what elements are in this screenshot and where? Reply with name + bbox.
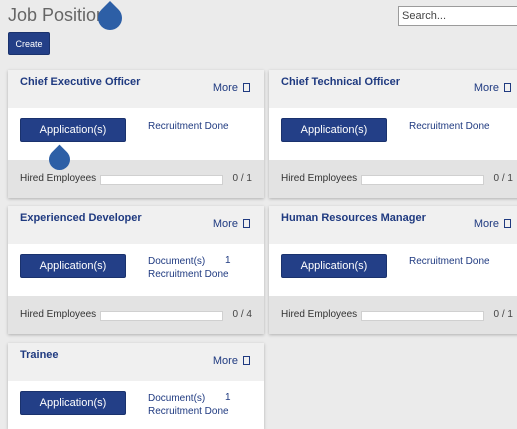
card-footer: Hired Employees 0 / 1 xyxy=(8,160,264,198)
applications-button[interactable]: Application(s) xyxy=(20,118,126,142)
hired-employees-label: Hired Employees xyxy=(20,309,97,320)
recruitment-done-link[interactable]: Recruitment Done xyxy=(409,120,490,133)
hired-ratio: 0 / 1 xyxy=(493,309,513,320)
more-label: More xyxy=(212,355,238,367)
hired-ratio: 0 / 4 xyxy=(232,309,252,320)
hired-progress-bar xyxy=(100,311,223,321)
documents-count: 1 xyxy=(225,392,231,403)
square-outline-icon xyxy=(243,83,250,92)
more-menu[interactable]: More xyxy=(474,82,511,94)
job-card-human-resources-manager[interactable]: Human Resources Manager More Application… xyxy=(269,206,517,334)
more-menu[interactable]: More xyxy=(213,218,250,230)
job-title[interactable]: Human Resources Manager xyxy=(281,212,426,224)
hired-ratio: 0 / 1 xyxy=(232,173,252,184)
square-outline-icon xyxy=(504,219,511,228)
job-title[interactable]: Experienced Developer xyxy=(20,212,142,224)
documents-link[interactable]: Document(s) xyxy=(148,255,205,268)
recruitment-done-link[interactable]: Recruitment Done xyxy=(148,268,229,281)
square-outline-icon xyxy=(504,83,511,92)
job-card-chief-technical-officer[interactable]: Chief Technical Officer More Application… xyxy=(269,70,517,198)
recruitment-done-link[interactable]: Recruitment Done xyxy=(409,255,490,268)
hired-ratio: 0 / 1 xyxy=(493,173,513,184)
applications-button[interactable]: Application(s) xyxy=(20,254,126,278)
more-label: More xyxy=(212,82,238,94)
hired-progress-bar xyxy=(100,175,223,185)
card-footer: Hired Employees 0 / 1 xyxy=(269,296,517,334)
more-label: More xyxy=(473,218,499,230)
more-menu[interactable]: More xyxy=(213,355,250,367)
hired-employees-label: Hired Employees xyxy=(281,309,358,320)
card-footer: Hired Employees 0 / 1 xyxy=(269,160,517,198)
job-title[interactable]: Trainee xyxy=(20,349,59,361)
search-input[interactable] xyxy=(398,6,517,26)
job-card-experienced-developer[interactable]: Experienced Developer More Application(s… xyxy=(8,206,264,334)
more-menu[interactable]: More xyxy=(474,218,511,230)
more-menu[interactable]: More xyxy=(213,82,250,94)
square-outline-icon xyxy=(243,356,250,365)
more-label: More xyxy=(473,82,499,94)
recruitment-done-link[interactable]: Recruitment Done xyxy=(148,120,229,133)
applications-button[interactable]: Application(s) xyxy=(20,391,126,415)
applications-button[interactable]: Application(s) xyxy=(281,118,387,142)
control-panel: Job Positions Create xyxy=(0,0,517,62)
hired-employees-label: Hired Employees xyxy=(20,173,97,184)
hired-progress-bar xyxy=(361,175,484,185)
job-title[interactable]: Chief Technical Officer xyxy=(281,76,400,88)
card-footer: Hired Employees 0 / 4 xyxy=(8,296,264,334)
square-outline-icon xyxy=(243,219,250,228)
documents-link[interactable]: Document(s) xyxy=(148,392,205,405)
hired-progress-bar xyxy=(361,311,484,321)
more-label: More xyxy=(212,218,238,230)
documents-count: 1 xyxy=(225,255,231,266)
hired-employees-label: Hired Employees xyxy=(281,173,358,184)
job-card-trainee[interactable]: Trainee More Application(s) Document(s) … xyxy=(8,343,264,429)
create-button[interactable]: Create xyxy=(8,32,50,55)
recruitment-done-link[interactable]: Recruitment Done xyxy=(148,405,229,418)
job-card-chief-executive-officer[interactable]: Chief Executive Officer More Application… xyxy=(8,70,264,198)
applications-button[interactable]: Application(s) xyxy=(281,254,387,278)
job-title[interactable]: Chief Executive Officer xyxy=(20,76,140,88)
